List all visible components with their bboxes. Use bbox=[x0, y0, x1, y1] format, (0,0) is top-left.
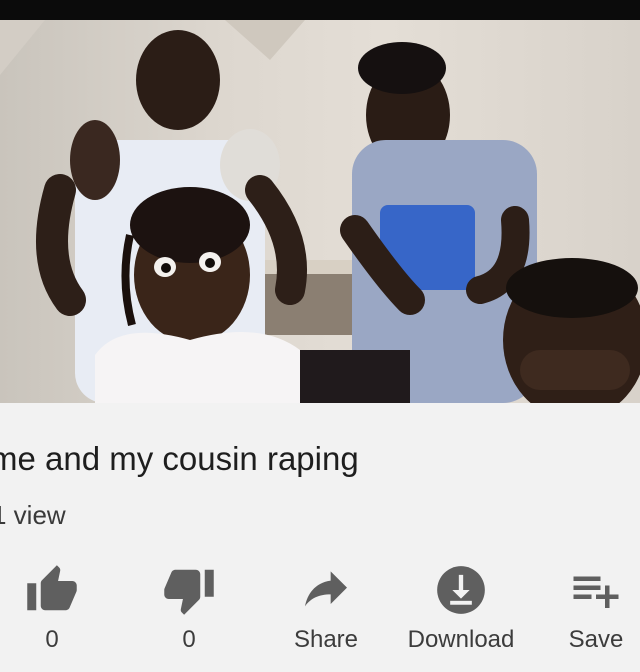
video-player[interactable] bbox=[0, 20, 640, 403]
wall-shadow bbox=[0, 20, 45, 75]
share-arrow-icon bbox=[298, 562, 354, 618]
download-button[interactable]: Download bbox=[396, 562, 526, 672]
dislike-count: 0 bbox=[182, 626, 196, 653]
download-circle-icon bbox=[433, 562, 489, 618]
view-count: 1 view bbox=[0, 500, 66, 530]
ceiling-lamp bbox=[225, 20, 305, 60]
video-frame bbox=[0, 20, 640, 403]
chair bbox=[255, 265, 365, 335]
share-label: Share bbox=[293, 626, 359, 653]
save-button[interactable]: Save bbox=[531, 562, 640, 672]
save-label: Save bbox=[568, 626, 624, 653]
top-bar bbox=[0, 0, 640, 20]
person-front-right bbox=[503, 258, 640, 403]
like-button[interactable]: 0 bbox=[0, 562, 117, 672]
like-count: 0 bbox=[45, 626, 59, 653]
video-title: me and my cousin raping bbox=[0, 440, 359, 477]
playlist-add-icon bbox=[568, 562, 624, 618]
floor-shadow bbox=[300, 350, 410, 403]
thumbs-down-icon bbox=[161, 562, 217, 618]
thumbs-up-icon bbox=[24, 562, 80, 618]
dislike-button[interactable]: 0 bbox=[124, 562, 254, 672]
share-button[interactable]: Share bbox=[261, 562, 391, 672]
download-label: Download bbox=[407, 626, 515, 653]
